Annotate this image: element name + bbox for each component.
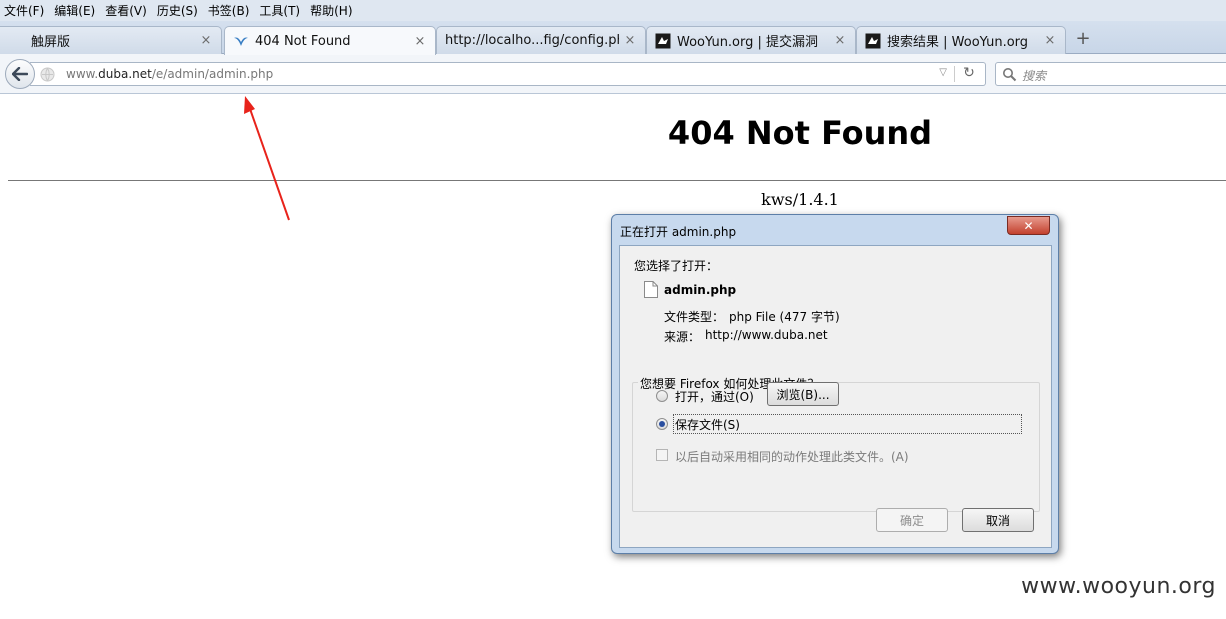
search-icon xyxy=(1003,68,1017,82)
back-button[interactable] xyxy=(5,59,35,89)
globe-icon xyxy=(40,67,55,82)
menu-bookmarks[interactable]: 书签(B) xyxy=(208,2,250,19)
back-arrow-icon xyxy=(12,67,28,81)
url-path: /e/admin/admin.php xyxy=(151,67,274,81)
server-signature: kws/1.4.1 xyxy=(761,190,839,209)
auto-action-checkbox[interactable] xyxy=(656,449,668,461)
browse-button[interactable]: 浏览(B)... xyxy=(767,382,839,406)
url-bar[interactable]: www.duba.net/e/admin/admin.php ▽ ↻ xyxy=(30,62,986,86)
auto-action-label[interactable]: 以后自动采用相同的动作处理此类文件。(A) xyxy=(675,448,909,465)
dropdown-triangle-icon[interactable]: ▽ xyxy=(939,67,947,78)
tab-wooyun-search[interactable]: 搜索结果 | WooYun.org × xyxy=(856,26,1066,54)
search-bar[interactable]: 搜索 xyxy=(995,62,1226,86)
file-type-label: 文件类型： xyxy=(664,310,725,324)
new-tab-button[interactable]: + xyxy=(1074,30,1092,50)
tab-label: 搜索结果 | WooYun.org xyxy=(887,35,1029,50)
cancel-button[interactable]: 取消 xyxy=(962,508,1034,532)
save-file-label[interactable]: 保存文件(S) xyxy=(675,416,740,433)
tab-label: http://localho...fig/config.php xyxy=(445,33,619,48)
watermark: www.wooyun.org xyxy=(1021,574,1216,599)
tab-wooyun-submit[interactable]: WooYun.org | 提交漏洞 × xyxy=(646,26,856,54)
dialog-body: 您选择了打开： admin.php 文件类型： php File (477 字节… xyxy=(619,245,1052,548)
url-text[interactable]: www.duba.net/e/admin/admin.php xyxy=(66,67,273,81)
tab-close-icon[interactable]: × xyxy=(199,33,213,48)
tab-label: 404 Not Found xyxy=(255,33,351,49)
tab-label: 触屏版 xyxy=(31,35,71,50)
tab-close-icon[interactable]: × xyxy=(833,33,847,48)
menu-help[interactable]: 帮助(H) xyxy=(310,2,352,19)
url-domain: duba.net xyxy=(98,67,152,81)
reload-icon[interactable]: ↻ xyxy=(961,65,977,83)
tab-label: WooYun.org | 提交漏洞 xyxy=(677,35,819,50)
chosen-label: 您选择了打开： xyxy=(634,259,719,273)
tab-close-icon[interactable]: × xyxy=(413,34,427,49)
menu-view[interactable]: 查看(V) xyxy=(105,2,147,19)
url-host: www. xyxy=(66,67,99,81)
url-separator xyxy=(954,66,955,82)
tab-strip: 触屏版 × 404 Not Found × http://localho...f… xyxy=(0,21,1226,55)
wooyun-favicon-icon xyxy=(655,33,671,49)
wooyun-favicon-icon xyxy=(865,33,881,49)
nav-bar: www.duba.net/e/admin/admin.php ▽ ↻ 搜索 xyxy=(0,54,1226,94)
menu-bar: 文件(F) 编辑(E) 查看(V) 历史(S) 书签(B) 工具(T) 帮助(H… xyxy=(0,0,1226,21)
page-divider xyxy=(8,180,1226,181)
save-file-radio[interactable] xyxy=(656,418,668,430)
menu-tools[interactable]: 工具(T) xyxy=(259,2,300,19)
source-label: 来源： xyxy=(664,330,701,344)
page-title: 404 Not Found xyxy=(667,114,933,152)
close-icon[interactable]: ✕ xyxy=(1007,216,1050,235)
menu-history[interactable]: 历史(S) xyxy=(157,2,198,19)
ok-button[interactable]: 确定 xyxy=(876,508,948,532)
source-value: http://www.duba.net xyxy=(705,328,828,342)
file-icon xyxy=(644,281,658,298)
open-file-dialog: 正在打开 admin.php ✕ 您选择了打开： admin.php 文件类型：… xyxy=(611,214,1059,554)
file-type-value: php File (477 字节) xyxy=(729,310,840,324)
tab-touch[interactable]: 触屏版 × xyxy=(0,26,222,54)
red-arrow-annotation xyxy=(244,96,290,221)
tab-close-icon[interactable]: × xyxy=(623,33,637,48)
open-with-radio[interactable] xyxy=(656,390,668,402)
search-input[interactable]: 搜索 xyxy=(1022,67,1046,84)
menu-file[interactable]: 文件(F) xyxy=(4,2,44,19)
tab-404[interactable]: 404 Not Found × xyxy=(224,26,436,55)
tab-close-icon[interactable]: × xyxy=(1043,33,1057,48)
bird-favicon-icon xyxy=(233,33,249,49)
dialog-title: 正在打开 admin.php xyxy=(620,225,737,239)
file-name: admin.php xyxy=(664,283,737,297)
open-with-label[interactable]: 打开，通过(O) xyxy=(675,388,754,405)
menu-edit[interactable]: 编辑(E) xyxy=(54,2,95,19)
tab-config[interactable]: http://localho...fig/config.php × xyxy=(436,26,646,54)
